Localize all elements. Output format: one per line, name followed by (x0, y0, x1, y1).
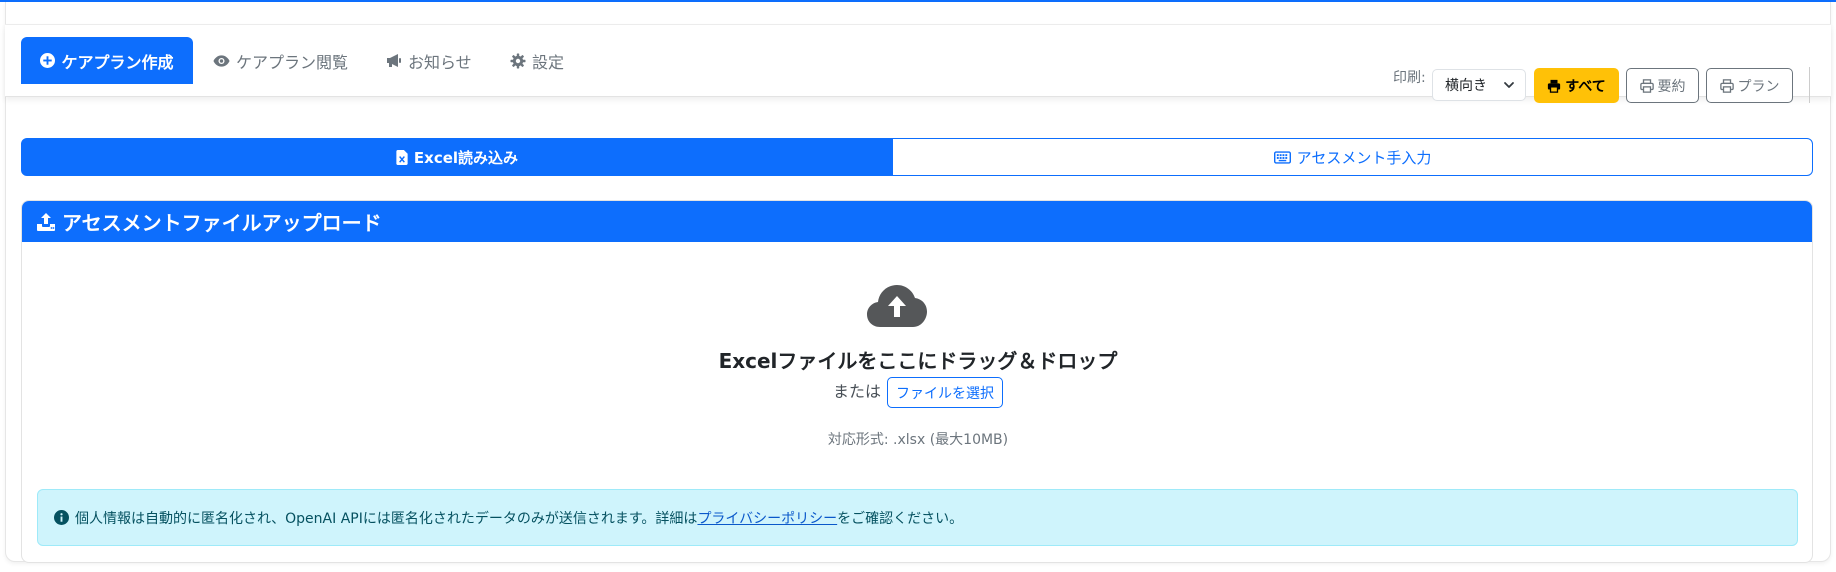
eye-icon (213, 54, 230, 68)
print-all-button[interactable]: すべて (1534, 68, 1619, 103)
printer-icon (1547, 79, 1561, 93)
drop-zone-text: Excelファイルをここにドラッグ＆ドロップ (718, 349, 1118, 373)
excel-import-toggle[interactable]: Excel読み込み (21, 138, 893, 176)
manual-assessment-toggle[interactable]: アセスメント手入力 (892, 138, 1813, 176)
file-select-row: または ファイルを選択 (0, 377, 1836, 408)
print-plan-button[interactable]: プラン (1706, 68, 1793, 103)
privacy-notice: 個人情報は自動的に匿名化され、OpenAI APIには匿名化されたデータのみが送… (37, 489, 1798, 546)
excel-import-label: Excel読み込み (413, 148, 519, 167)
print-orientation-value: 横向き (1445, 78, 1487, 94)
plus-circle-icon (40, 53, 56, 68)
megaphone-icon (386, 53, 402, 68)
supported-formats-text: 対応形式: .xlsx (最大10MB) (827, 432, 1009, 448)
tab-label: お知らせ (408, 52, 472, 72)
tab-news[interactable]: お知らせ (386, 37, 472, 84)
privacy-notice-text: 個人情報は自動的に匿名化され、OpenAI APIには匿名化されたデータのみが送… (75, 508, 963, 528)
print-summary-label: 要約 (1657, 78, 1686, 95)
navbar-separator (1809, 67, 1810, 103)
privacy-text-after: をご確認ください。 (837, 510, 964, 527)
upload-card-title: アセスメントファイルアップロード (62, 211, 382, 235)
print-all-label: すべて (1565, 78, 1606, 95)
cloud-upload-icon[interactable] (866, 283, 928, 332)
main-navbar: ケアプラン作成 ケアプラン閲覧 お知らせ 設定 印刷: 横向き すべて 要約 プ… (5, 25, 1831, 103)
print-orientation-select[interactable]: 横向き (1432, 69, 1526, 101)
upload-icon (36, 212, 56, 232)
print-plan-label: プラン (1737, 78, 1780, 95)
select-file-button[interactable]: ファイルを選択 (887, 377, 1003, 408)
tab-label: 設定 (532, 52, 565, 72)
tab-label: ケアプラン作成 (61, 52, 174, 72)
printer-icon (1639, 78, 1654, 93)
print-label: 印刷: (1393, 70, 1426, 86)
privacy-policy-link[interactable]: プライバシーポリシー (697, 511, 837, 527)
tab-care-plan-create[interactable]: ケアプラン作成 (21, 37, 193, 84)
info-circle-icon (54, 510, 69, 525)
excel-file-icon (396, 149, 408, 165)
print-summary-button[interactable]: 要約 (1626, 68, 1699, 103)
keyboard-icon (1273, 150, 1291, 164)
tab-label: ケアプラン閲覧 (236, 52, 349, 72)
tab-care-plan-view[interactable]: ケアプラン閲覧 (213, 37, 348, 84)
gear-icon (510, 53, 526, 69)
manual-assessment-label: アセスメント手入力 (1296, 148, 1432, 167)
or-text: または (832, 381, 881, 401)
chevron-down-icon (1503, 79, 1515, 95)
privacy-text-before: 個人情報は自動的に匿名化され、OpenAI APIには匿名化されたデータのみが送… (75, 510, 698, 527)
tab-settings[interactable]: 設定 (510, 37, 564, 84)
printer-icon (1719, 78, 1734, 93)
upload-card-header: アセスメントファイルアップロード (22, 201, 1812, 242)
